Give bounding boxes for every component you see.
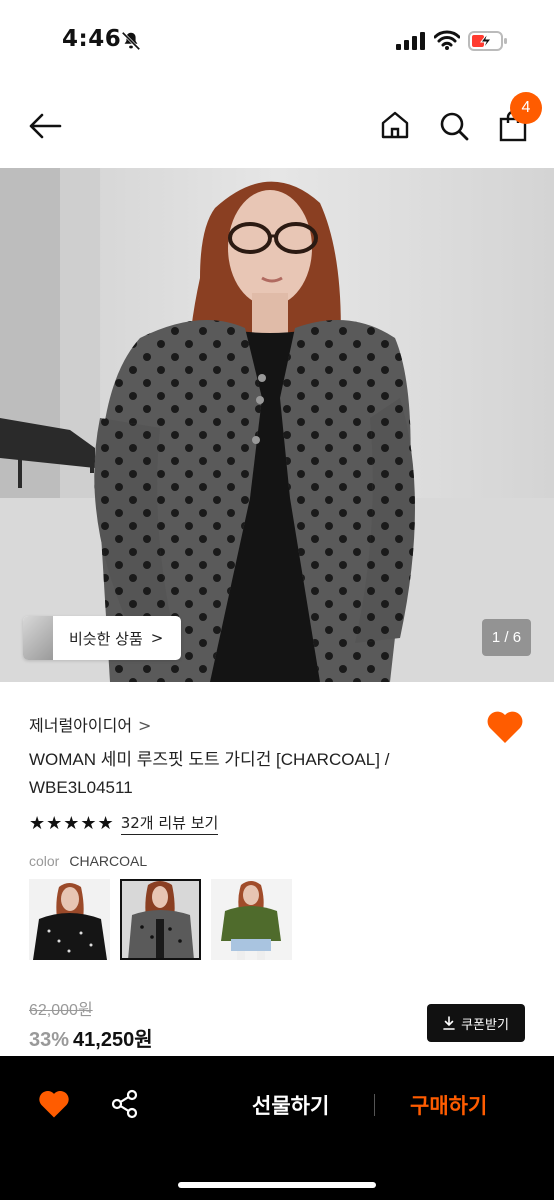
bottom-action-bar: 선물하기 구매하기 (0, 1056, 554, 1200)
search-icon[interactable] (438, 110, 470, 142)
battery-charging-icon (468, 31, 507, 51)
buy-button[interactable]: 구매하기 (410, 1090, 487, 1120)
chevron-right-icon: > (138, 716, 152, 735)
home-indicator[interactable] (178, 1182, 376, 1188)
color-swatches (29, 879, 292, 960)
similar-product-thumbnail (23, 616, 53, 660)
final-price: 41,250원 (73, 1029, 153, 1051)
brand-link[interactable]: 제너럴아이디어 > (29, 712, 151, 736)
product-photo (0, 168, 554, 682)
swatch-charcoal-dot[interactable] (120, 879, 201, 960)
product-title: WOMAN 세미 루즈핏 도트 가디건 [CHARCOAL] / WBE3L04… (29, 750, 390, 797)
back-arrow-icon[interactable] (28, 112, 62, 140)
wishlist-heart-icon[interactable] (486, 710, 524, 744)
color-value: CHARCOAL (69, 853, 148, 869)
gift-button[interactable]: 선물하기 (252, 1090, 329, 1120)
cart-count-badge: 4 (510, 92, 542, 124)
signal-icon (396, 32, 425, 50)
brand-name: 제너럴아이디어 (29, 716, 133, 735)
original-price: 62,000원 (29, 1002, 93, 1019)
coupon-download-button[interactable]: 쿠폰받기 (427, 1004, 525, 1042)
discount-rate: 33% (29, 1029, 70, 1051)
similar-products-label: 비슷한 상품 (69, 629, 143, 648)
wishlist-heart-icon[interactable] (38, 1089, 70, 1119)
swatch-green[interactable] (211, 879, 292, 960)
color-label: color (29, 853, 60, 869)
similar-products-button[interactable]: 비슷한 상품 > (23, 616, 181, 660)
download-icon (443, 1016, 455, 1030)
bell-slash-icon (121, 31, 141, 51)
chevron-right-icon: > (150, 629, 164, 647)
share-icon[interactable] (110, 1089, 140, 1119)
wifi-icon (434, 30, 460, 50)
status-bar: 4:46 (0, 0, 554, 80)
home-icon[interactable] (380, 110, 410, 140)
image-page-indicator: 1 / 6 (482, 619, 531, 656)
coupon-label: 쿠폰받기 (461, 1017, 509, 1033)
swatch-black-dot[interactable] (29, 879, 110, 960)
divider (374, 1094, 375, 1116)
rating-row: ★★★★★ 32개 리뷰 보기 (29, 812, 219, 835)
reviews-link[interactable]: 32개 리뷰 보기 (120, 812, 219, 835)
status-time: 4:46 (62, 26, 122, 52)
star-rating-icon: ★★★★★ (29, 813, 115, 834)
price-row: 33% 41,250원 (29, 1023, 153, 1052)
product-image-carousel[interactable]: 비슷한 상품 > 1 / 6 (0, 168, 554, 682)
color-row: color CHARCOAL (29, 853, 147, 869)
nav-header (0, 90, 554, 166)
